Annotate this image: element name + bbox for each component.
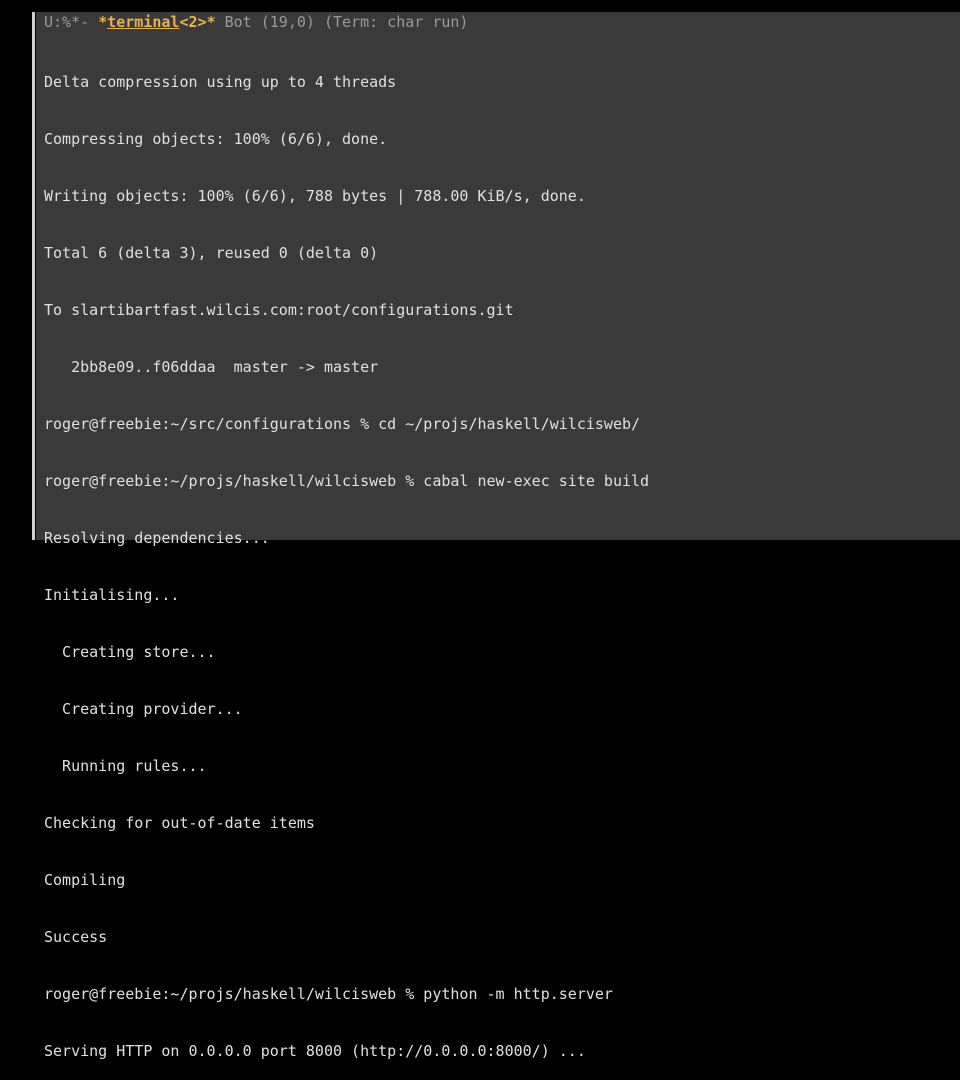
output-line: Success — [44, 928, 952, 947]
output-line: Total 6 (delta 3), reused 0 (delta 0) — [44, 244, 952, 263]
output-line: To slartibartfast.wilcis.com:root/config… — [44, 301, 952, 320]
buffer-name: *terminal<2>* — [98, 13, 215, 31]
output-line: Serving HTTP on 0.0.0.0 port 8000 (http:… — [44, 1042, 952, 1061]
output-line: Running rules... — [44, 757, 952, 776]
terminal-output[interactable]: Delta compression using up to 4 threads … — [36, 35, 960, 1080]
output-line: Initialising... — [44, 586, 952, 605]
emacs-modeline: U:%*- *terminal<2>* Bot (19,0) (Term: ch… — [36, 12, 960, 35]
output-line: Creating provider... — [44, 700, 952, 719]
output-line: Writing objects: 100% (6/6), 788 bytes |… — [44, 187, 952, 206]
output-line: Delta compression using up to 4 threads — [44, 73, 952, 92]
output-line: Compiling — [44, 871, 952, 890]
modeline-status: U:%*- — [44, 13, 98, 31]
output-line: 2bb8e09..f06ddaa master -> master — [44, 358, 952, 377]
output-line: Creating store... — [44, 643, 952, 662]
prompt-line: roger@freebie:~/src/configurations % cd … — [44, 415, 952, 434]
terminal-window[interactable]: U:%*- *terminal<2>* Bot (19,0) (Term: ch… — [36, 12, 960, 540]
output-line: Compressing objects: 100% (6/6), done. — [44, 130, 952, 149]
prompt-line: roger@freebie:~/projs/haskell/wilcisweb … — [44, 985, 952, 1004]
window-left-edge — [32, 12, 35, 540]
modeline-position: Bot (19,0) (Term: char run) — [216, 13, 469, 31]
output-line: Resolving dependencies... — [44, 529, 952, 548]
prompt-line: roger@freebie:~/projs/haskell/wilcisweb … — [44, 472, 952, 491]
output-line: Checking for out-of-date items — [44, 814, 952, 833]
